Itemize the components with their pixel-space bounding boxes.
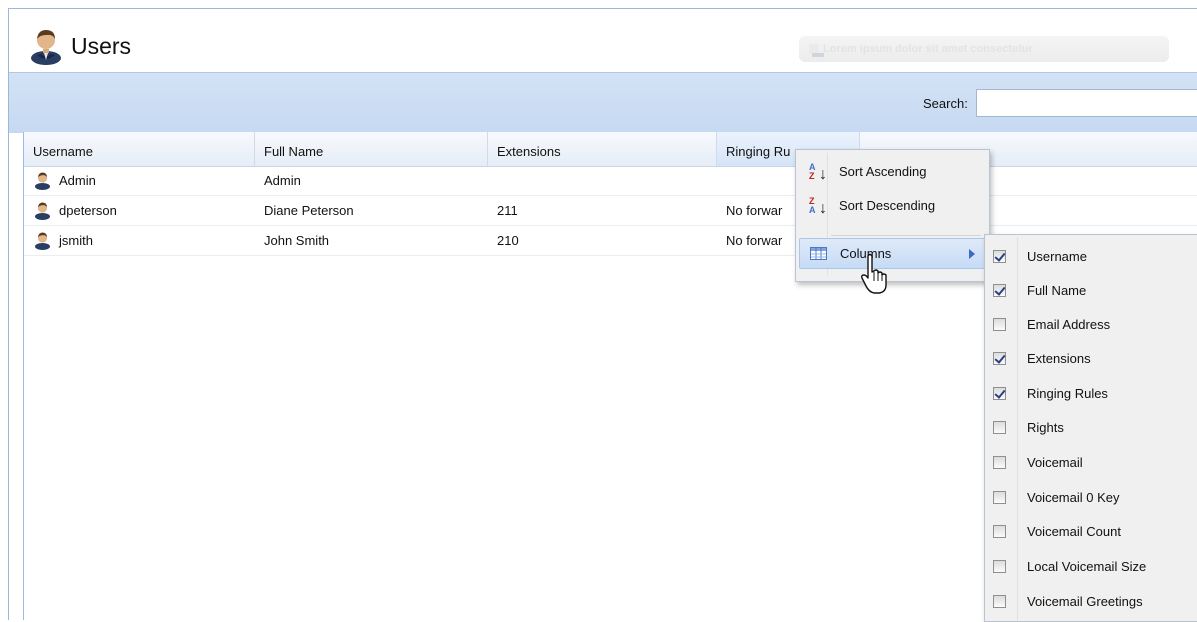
column-toggle-label: Username — [1027, 249, 1087, 264]
checkbox-icon[interactable] — [993, 456, 1006, 469]
hand-cursor-icon — [861, 253, 887, 294]
checkbox-icon[interactable] — [993, 352, 1006, 365]
column-toggle-label: Voicemail Count — [1027, 524, 1121, 539]
search-label: Search: — [923, 96, 968, 111]
cell-ringing-rules: No forwar — [726, 203, 783, 218]
menu-item-sort-ascending[interactable]: AZ ↓ Sort Ascending — [799, 157, 984, 187]
column-toggle-ringing-rules[interactable]: Ringing Rules — [985, 378, 1197, 412]
column-toggle-extensions[interactable]: Extensions — [985, 343, 1197, 377]
column-header-username[interactable]: Username — [24, 132, 255, 166]
menu-item-sort-descending[interactable]: ZA ↓ Sort Descending — [799, 191, 984, 221]
cell-username: jsmith — [59, 233, 93, 248]
sort-arrow-icon: ↓ — [819, 166, 827, 183]
checkbox-icon[interactable] — [993, 560, 1006, 573]
table-row[interactable]: dpeterson Diane Peterson 211 No forwar — [24, 196, 1197, 226]
checkbox-icon[interactable] — [993, 491, 1006, 504]
column-toggle-label: Email Address — [1027, 317, 1111, 332]
faded-notification-text: Lorem ipsum dolor sit amet consectetur — [823, 43, 1033, 55]
column-toggle-voicemail[interactable]: Voicemail — [985, 447, 1197, 481]
column-toggle-label: Extensions — [1027, 351, 1091, 366]
column-toggle-voicemail-0-key[interactable]: Voicemail 0 Key — [985, 482, 1197, 516]
checkbox-icon[interactable] — [993, 250, 1006, 263]
sort-descending-icon: ZA — [809, 196, 816, 215]
cell-full-name: John Smith — [264, 233, 330, 248]
cell-username: Admin — [59, 173, 96, 188]
column-header-extensions[interactable]: Extensions — [488, 132, 717, 166]
search-input[interactable] — [976, 89, 1197, 117]
checkbox-icon[interactable] — [993, 284, 1006, 297]
notification-grip — [812, 53, 824, 57]
column-header-full-name[interactable]: Full Name — [255, 132, 488, 166]
column-toggle-label: Ringing Rules — [1027, 386, 1108, 401]
checkbox-icon[interactable] — [993, 595, 1006, 608]
faded-notification: Lorem ipsum dolor sit amet consectetur — [799, 36, 1169, 62]
cell-full-name: Diane Peterson — [264, 203, 354, 218]
user-icon — [35, 202, 50, 220]
column-toggle-username[interactable]: Username — [985, 241, 1197, 275]
cell-extensions: 210 — [497, 233, 519, 248]
column-toggle-email-address[interactable]: Email Address — [985, 309, 1197, 343]
checkbox-icon[interactable] — [993, 525, 1006, 538]
column-toggle-label: Voicemail 0 Key — [1027, 490, 1120, 505]
column-toggle-label: Local Voicemail Size — [1027, 559, 1147, 574]
column-toggle-label: Full Name — [1027, 283, 1087, 298]
table-row[interactable]: Admin Admin — [24, 166, 1197, 196]
columns-icon — [810, 247, 827, 260]
column-toggle-voicemail-greetings[interactable]: Voicemail Greetings — [985, 586, 1197, 620]
cell-ringing-rules: No forwar — [726, 233, 783, 248]
sort-arrow-icon: ↓ — [819, 200, 827, 217]
sort-ascending-icon: AZ — [809, 162, 816, 181]
column-toggle-rights[interactable]: Rights — [985, 412, 1197, 446]
submenu-arrow-icon — [969, 249, 975, 259]
column-toggle-label: Rights — [1027, 420, 1064, 435]
checkbox-icon[interactable] — [993, 318, 1006, 331]
menu-item-label: Sort Descending — [839, 198, 936, 213]
column-toggle-local-voicemail-size[interactable]: Local Voicemail Size — [985, 551, 1197, 585]
cell-username: dpeterson — [59, 203, 117, 218]
menu-separator — [831, 235, 981, 236]
cell-full-name: Admin — [264, 173, 301, 188]
column-toggle-full-name[interactable]: Full Name — [985, 275, 1197, 309]
grid-header: Username Full Name Extensions Ringing Ru — [24, 132, 1197, 167]
page-header: Users Lorem ipsum dolor sit amet consect… — [9, 9, 1197, 72]
column-toggle-voicemail-count[interactable]: Voicemail Count — [985, 516, 1197, 550]
column-toggle-label: Voicemail Greetings — [1027, 594, 1143, 609]
checkbox-icon[interactable] — [993, 387, 1006, 400]
menu-item-label: Sort Ascending — [839, 164, 927, 179]
users-icon — [31, 30, 61, 65]
cell-extensions: 211 — [497, 203, 518, 218]
columns-submenu: Username Full Name Email Address Extensi… — [984, 234, 1197, 622]
user-icon — [35, 172, 50, 190]
page-title: Users — [71, 33, 132, 59]
checkbox-icon[interactable] — [993, 421, 1006, 434]
column-toggle-label: Voicemail — [1027, 455, 1083, 470]
user-icon — [35, 232, 50, 250]
